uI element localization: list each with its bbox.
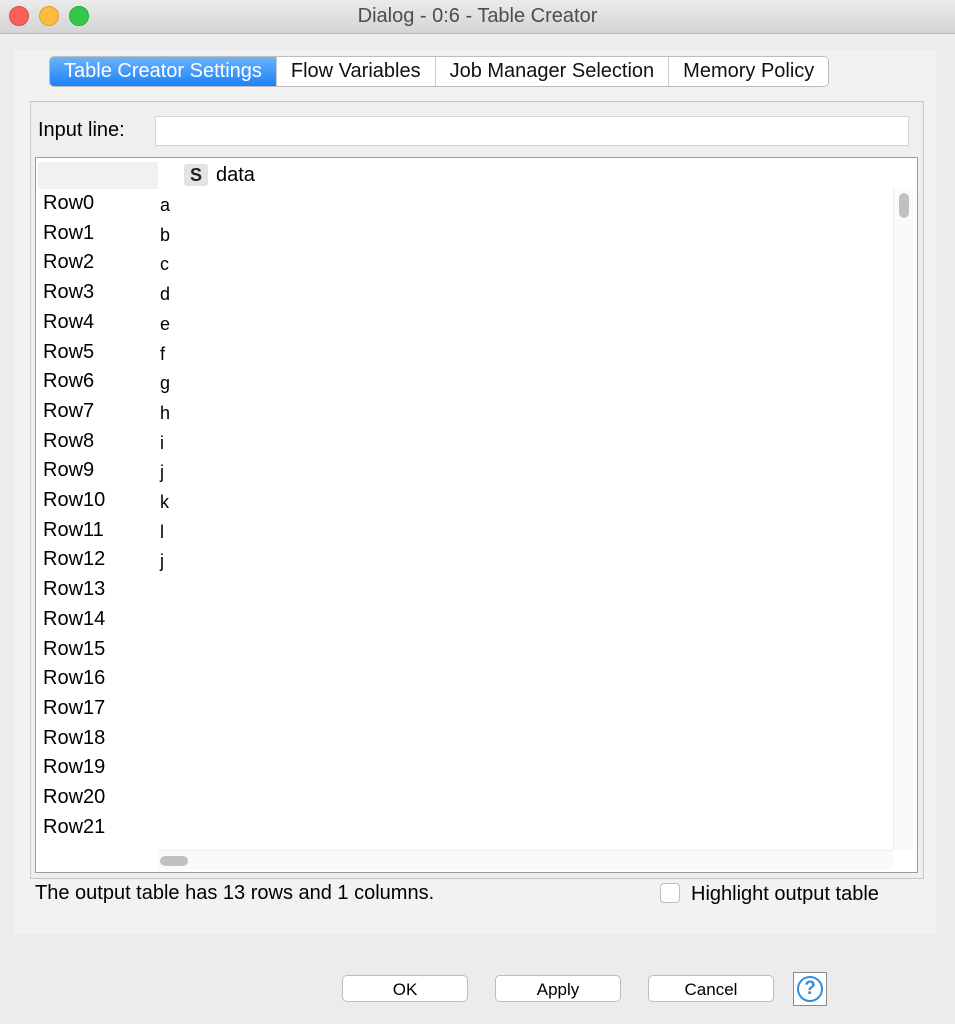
row-header: Row3 [43,281,95,304]
table-cell[interactable]: h [160,403,170,424]
column-name: data [216,163,255,186]
tab-flow-variables[interactable]: Flow Variables [275,57,435,86]
input-line-label: Input line: [38,119,125,141]
table-cell[interactable]: l [160,522,164,543]
input-line-field[interactable] [155,116,909,146]
window-title: Dialog - 0:6 - Table Creator [357,5,598,27]
table-editor[interactable]: Row0 Row1 Row2 Row3 Row4 Row5 Row6 Row7 Row8 Row9… [35,157,918,873]
column-header-data[interactable]: S data [184,162,255,188]
ok-button[interactable]: OK [342,975,468,1002]
row-header: Row2 [43,251,95,274]
row-header: Row4 [43,310,95,333]
tab-job-manager-selection[interactable]: Job Manager Selection [434,57,669,86]
title-bar: Dialog - 0:6 - Table Creator [0,0,955,34]
row-header: Row0 [43,192,95,214]
table-cell[interactable]: d [160,284,170,305]
tab-memory-policy[interactable]: Memory Policy [668,57,829,86]
table-cell[interactable]: g [160,373,170,394]
row-header: Row20 [43,786,106,808]
row-header: Row12 [43,548,106,571]
row-header: Row8 [43,429,95,452]
row-headers: Row0 Row1 Row2 Row3 Row4 Row5 Row6 Row7 Row8 Row9… [36,158,159,872]
table-cell[interactable]: j [160,462,164,483]
row-header: Row19 [43,756,106,779]
row-header: Row17 [43,696,106,719]
table-cell[interactable]: i [160,433,164,454]
tab-table-creator-settings[interactable]: Table Creator Settings [50,57,276,86]
table-cell[interactable]: b [160,225,170,246]
row-header: Row1 [43,221,95,244]
table-cell[interactable]: j [160,551,164,572]
row-header: Row18 [43,726,106,749]
table-cell[interactable]: c [160,254,169,275]
table-cell[interactable]: f [160,344,165,365]
row-header: Row10 [43,489,106,511]
highlight-output-checkbox[interactable] [660,883,680,903]
status-text: The output table has 13 rows and 1 colum… [35,882,435,904]
cancel-button[interactable]: Cancel [648,975,774,1002]
row-header: Row11 [43,518,104,541]
row-header: Row13 [43,578,106,601]
tab-bar: Table Creator Settings Flow Variables Jo… [49,56,830,87]
highlight-output-label[interactable]: Highlight output table [691,883,879,906]
vertical-scrollbar[interactable] [893,188,913,850]
vertical-scroll-thumb[interactable] [899,193,909,218]
table-cell[interactable]: e [160,314,170,335]
table-cell[interactable]: a [160,195,170,216]
row-header: Row5 [43,340,95,363]
row-header: Row21 [43,815,106,838]
row-header: Row9 [43,459,95,482]
apply-button[interactable]: Apply [495,975,621,1002]
row-header: Row14 [43,607,106,630]
help-button[interactable]: ? [793,972,827,1006]
row-header: Row16 [43,667,106,690]
table-cell[interactable]: k [160,492,169,513]
string-type-icon: S [184,164,208,186]
row-header: Row15 [43,637,106,660]
question-circle-icon: ? [797,976,823,1002]
row-header: Row7 [43,399,95,422]
horizontal-scrollbar[interactable] [158,850,893,870]
row-header: Row6 [43,370,95,393]
horizontal-scroll-thumb[interactable] [160,856,188,866]
